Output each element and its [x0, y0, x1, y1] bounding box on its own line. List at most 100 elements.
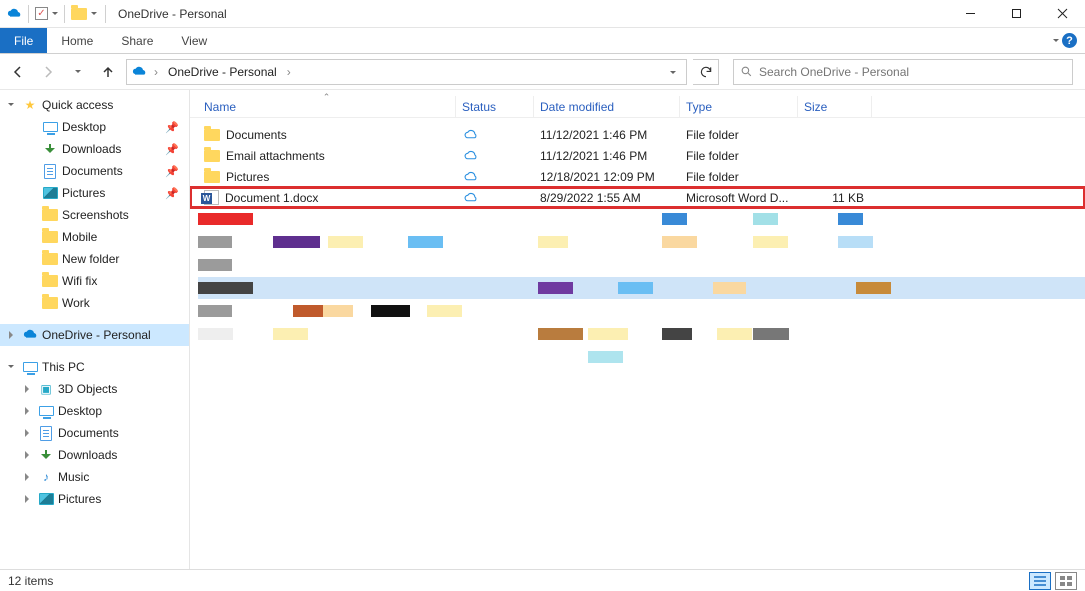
- redacted-row: [198, 208, 1085, 230]
- back-button[interactable]: [6, 60, 30, 84]
- redacted-block: [408, 236, 443, 248]
- tree-label: Work: [62, 296, 90, 310]
- tree-item[interactable]: ♪Music: [0, 466, 189, 488]
- onedrive-icon: [6, 6, 22, 22]
- cloud-icon: [462, 149, 479, 162]
- redacted-block: [753, 328, 789, 340]
- file-list[interactable]: Documents 11/12/2021 1:46 PM File folder…: [190, 118, 1085, 569]
- chevron-right-icon[interactable]: [20, 495, 34, 503]
- address-bar[interactable]: › OneDrive - Personal ›: [126, 59, 687, 85]
- redacted-block: [588, 328, 628, 340]
- col-date[interactable]: Date modified: [534, 96, 680, 117]
- file-type: Microsoft Word D...: [680, 187, 798, 208]
- tab-file[interactable]: File: [0, 28, 47, 53]
- tab-view[interactable]: View: [167, 28, 221, 53]
- tree-item[interactable]: Wifi fix: [0, 270, 189, 292]
- chevron-right-icon[interactable]: ›: [151, 65, 161, 79]
- up-button[interactable]: [96, 60, 120, 84]
- tree-item[interactable]: New folder: [0, 248, 189, 270]
- search-box[interactable]: [733, 59, 1073, 85]
- chevron-right-icon[interactable]: [4, 331, 18, 339]
- chevron-right-icon[interactable]: [20, 473, 34, 481]
- nav-tree[interactable]: ★ Quick access Desktop📌Downloads📌Documen…: [0, 90, 190, 569]
- chevron-right-icon[interactable]: [20, 407, 34, 415]
- tree-label: Pictures: [62, 186, 105, 200]
- qat-dropdown2-icon[interactable]: [91, 12, 97, 18]
- recent-dropdown[interactable]: [66, 60, 90, 84]
- close-button[interactable]: [1039, 0, 1085, 28]
- chevron-down-icon[interactable]: [4, 364, 18, 370]
- tree-item[interactable]: Downloads📌: [0, 138, 189, 160]
- file-row[interactable]: Document 1.docx 8/29/2022 1:55 AM Micros…: [190, 187, 1085, 208]
- tree-item[interactable]: Downloads: [0, 444, 189, 466]
- tree-this-pc[interactable]: This PC: [0, 356, 189, 378]
- file-type: File folder: [680, 124, 798, 145]
- file-date: 11/12/2021 1:46 PM: [534, 145, 680, 166]
- chevron-right-icon[interactable]: ›: [284, 65, 294, 79]
- chevron-right-icon[interactable]: [20, 429, 34, 437]
- tree-label: Wifi fix: [62, 274, 97, 288]
- col-size[interactable]: Size: [798, 96, 872, 117]
- tree-item[interactable]: Screenshots: [0, 204, 189, 226]
- tree-item[interactable]: Desktop📌: [0, 116, 189, 138]
- pic-icon: [42, 185, 58, 201]
- redacted-block: [618, 282, 653, 294]
- col-name[interactable]: Name⌃: [198, 96, 456, 117]
- tree-item[interactable]: ▣3D Objects: [0, 378, 189, 400]
- tree-item[interactable]: Pictures: [0, 488, 189, 510]
- forward-button[interactable]: [36, 60, 60, 84]
- file-row[interactable]: Documents 11/12/2021 1:46 PM File folder: [190, 124, 1085, 145]
- address-dropdown[interactable]: [664, 65, 682, 79]
- redacted-block: [198, 236, 232, 248]
- file-date: 8/29/2022 1:55 AM: [534, 187, 680, 208]
- tree-item[interactable]: Documents📌: [0, 160, 189, 182]
- chevron-right-icon[interactable]: [20, 385, 34, 393]
- tree-item[interactable]: Documents: [0, 422, 189, 444]
- word-doc-icon: [204, 190, 219, 205]
- folder-icon: [42, 295, 58, 311]
- redacted-block: [293, 305, 323, 317]
- breadcrumb-item[interactable]: OneDrive - Personal: [165, 65, 280, 79]
- tree-item[interactable]: Desktop: [0, 400, 189, 422]
- file-row[interactable]: Pictures 12/18/2021 12:09 PM File folder: [190, 166, 1085, 187]
- divider: [28, 5, 29, 23]
- view-details-button[interactable]: [1029, 572, 1051, 590]
- redacted-block: [323, 305, 353, 317]
- ribbon-help[interactable]: ?: [1051, 28, 1085, 53]
- tree-label: Pictures: [58, 492, 101, 506]
- chevron-down-icon: [1053, 39, 1059, 45]
- search-input[interactable]: [759, 65, 1066, 79]
- cloud-icon: [462, 191, 479, 204]
- tree-label: Downloads: [58, 448, 117, 462]
- pin-icon: 📌: [165, 165, 179, 178]
- tab-share[interactable]: Share: [107, 28, 167, 53]
- file-name: Pictures: [226, 170, 269, 184]
- redacted-block: [838, 236, 873, 248]
- tree-item[interactable]: Mobile: [0, 226, 189, 248]
- tree-item[interactable]: Work: [0, 292, 189, 314]
- qat-dropdown-icon[interactable]: [52, 12, 58, 18]
- redacted-block: [838, 213, 863, 225]
- file-row[interactable]: Email attachments 11/12/2021 1:46 PM Fil…: [190, 145, 1085, 166]
- redacted-row: [198, 346, 1085, 368]
- col-status[interactable]: Status: [456, 96, 534, 117]
- col-type[interactable]: Type: [680, 96, 798, 117]
- tree-onedrive[interactable]: OneDrive - Personal: [0, 324, 189, 346]
- view-large-icons-button[interactable]: [1055, 572, 1077, 590]
- maximize-button[interactable]: [993, 0, 1039, 28]
- divider: [64, 5, 65, 23]
- doc-icon: [42, 163, 58, 179]
- tree-label: Downloads: [62, 142, 121, 156]
- chevron-down-icon[interactable]: [4, 102, 18, 108]
- tab-home[interactable]: Home: [47, 28, 107, 53]
- chevron-right-icon[interactable]: [20, 451, 34, 459]
- redacted-block: [713, 282, 746, 294]
- minimize-button[interactable]: [947, 0, 993, 28]
- folder-icon: [204, 150, 220, 162]
- onedrive-icon: [131, 64, 147, 80]
- refresh-button[interactable]: [693, 59, 719, 85]
- tree-item[interactable]: Pictures📌: [0, 182, 189, 204]
- checkbox-icon[interactable]: ✓: [35, 7, 48, 20]
- tree-quick-access[interactable]: ★ Quick access: [0, 94, 189, 116]
- tree-label: Music: [58, 470, 89, 484]
